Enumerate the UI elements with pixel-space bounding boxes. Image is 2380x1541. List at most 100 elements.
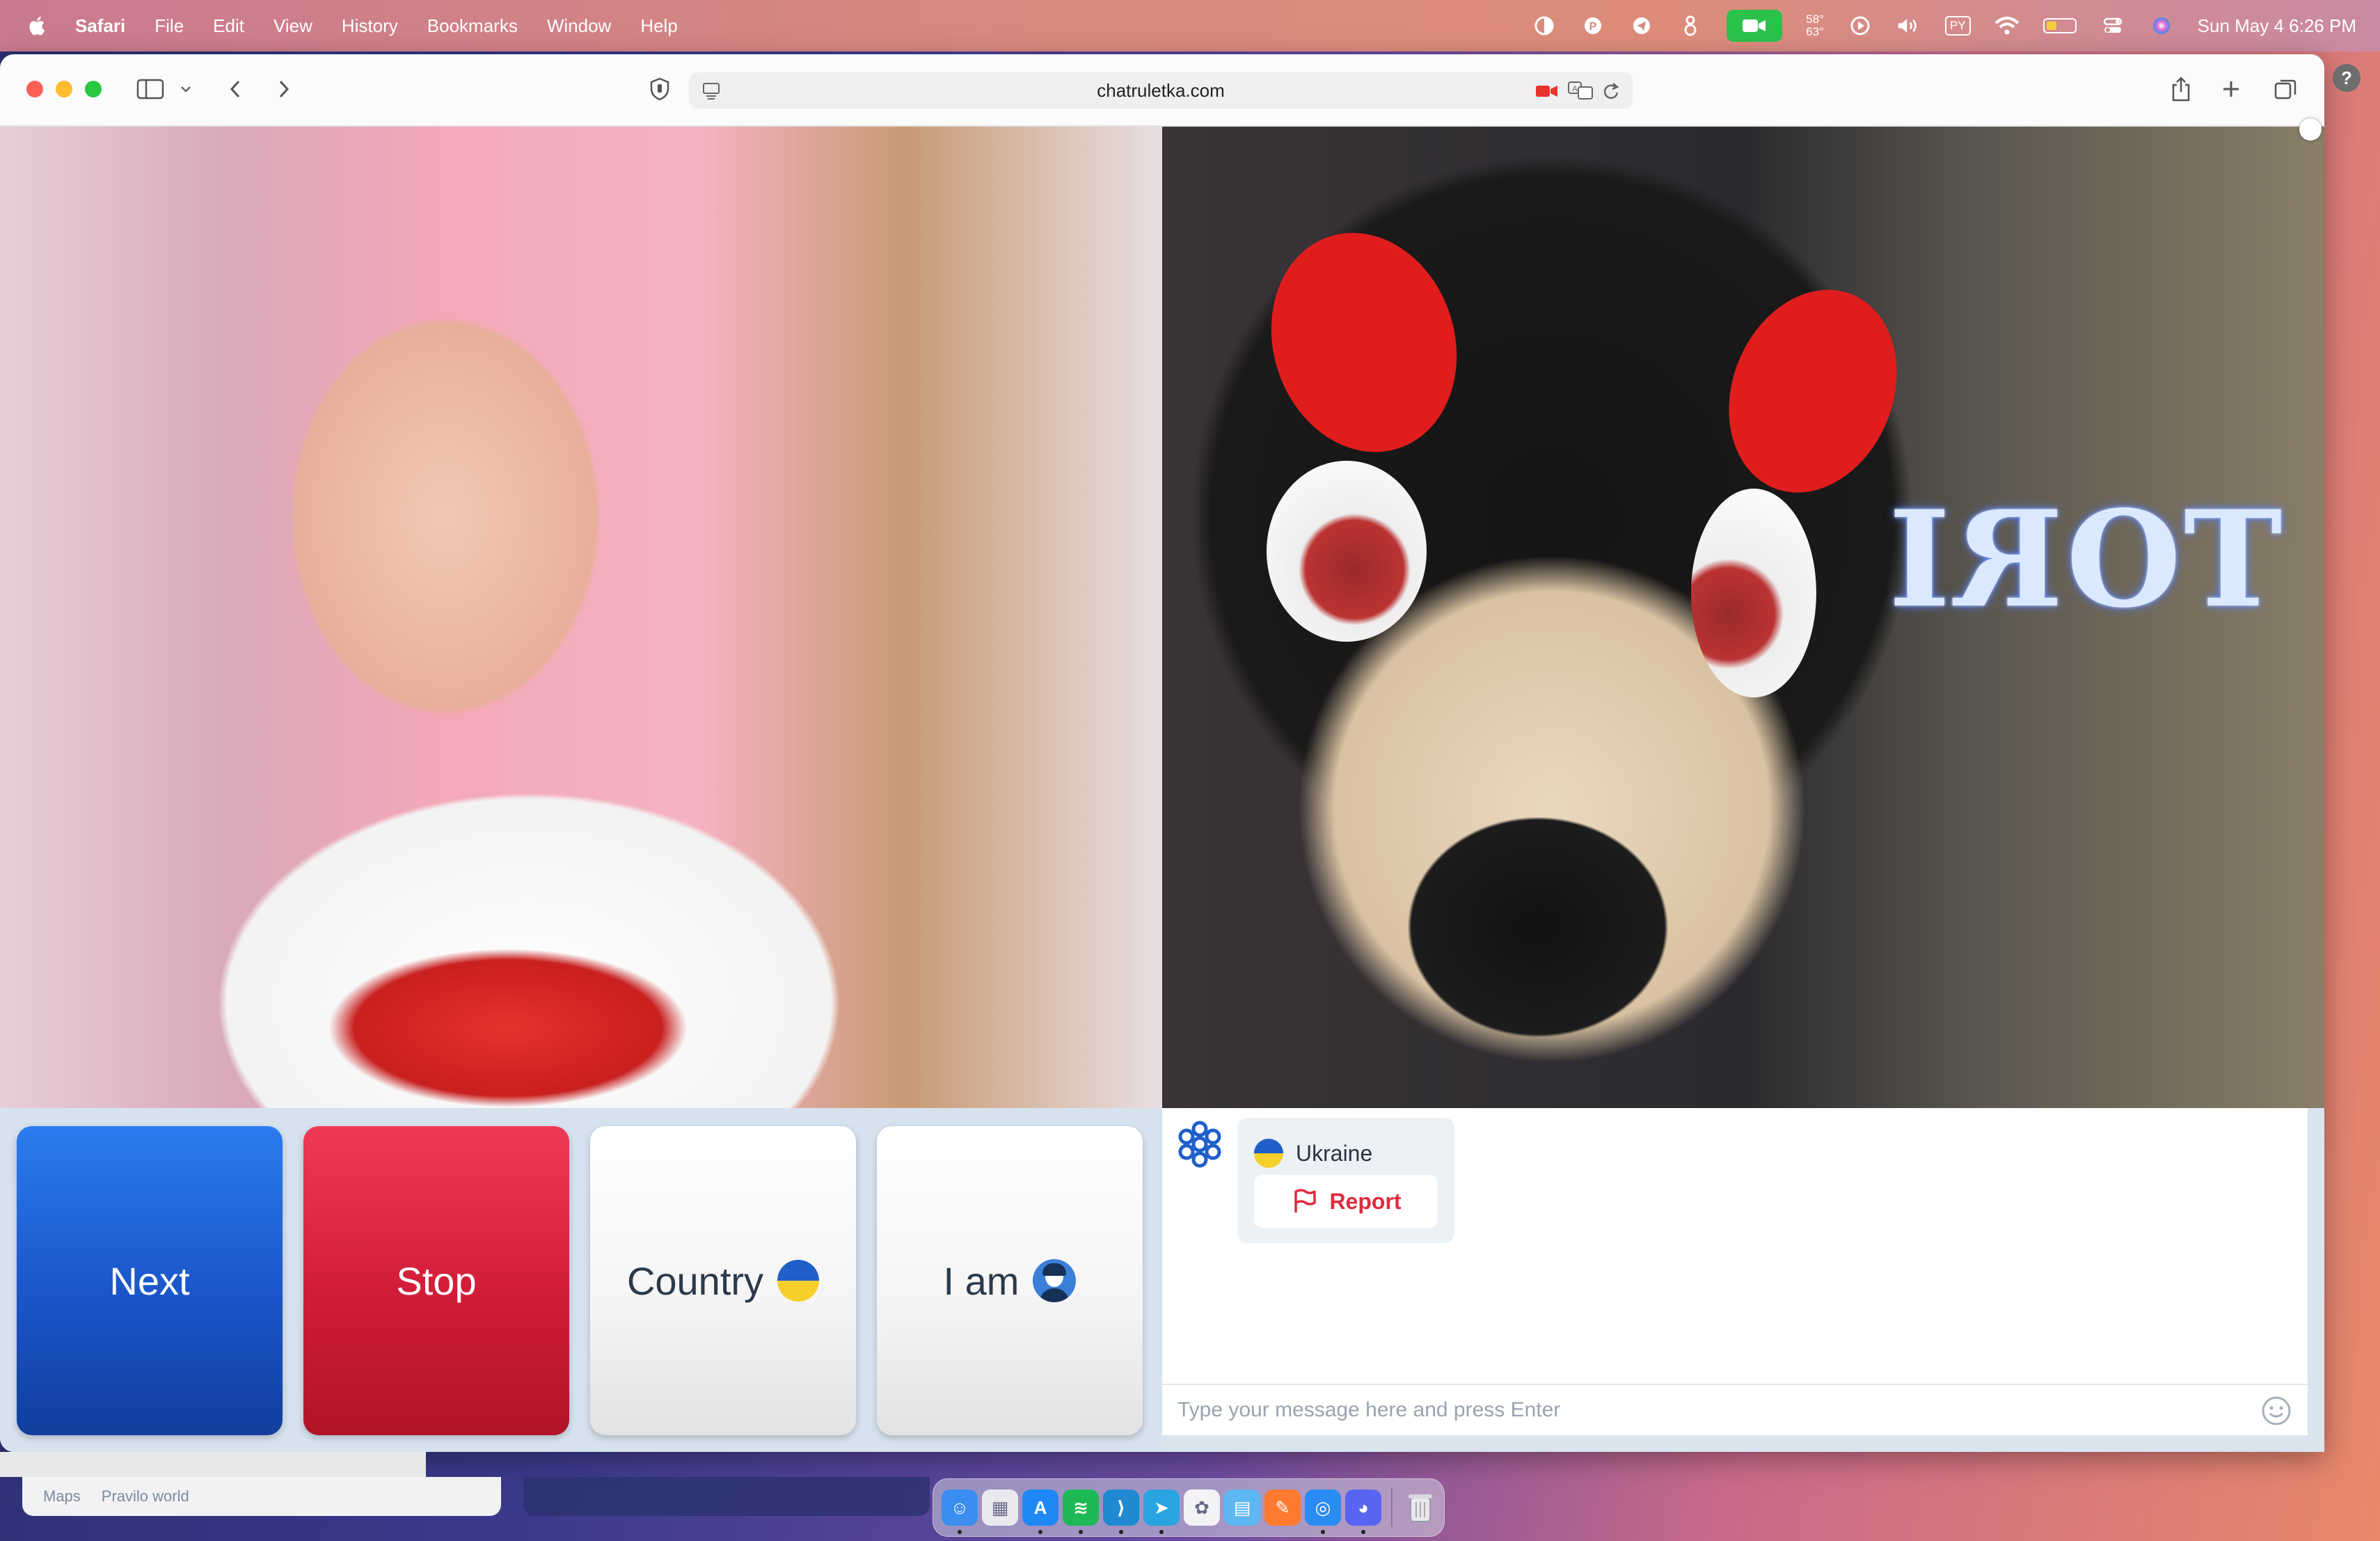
dock-vscode-icon[interactable]: ⟩ [1103, 1489, 1139, 1534]
next-button-label: Next [109, 1258, 190, 1303]
dock: ☺ ▦ A ≋ ⟩ ➤ ✿ ▤ ✎ ◎ ◕ [933, 1478, 1445, 1537]
menu-edit[interactable]: Edit [213, 15, 244, 37]
partner-country-name: Ukraine [1296, 1140, 1373, 1166]
tab-overview-icon[interactable] [2270, 75, 2301, 103]
svg-text:P: P [1589, 21, 1597, 33]
user-avatar-icon [1033, 1259, 1077, 1302]
weather-temperature[interactable]: 58° 63° [1806, 13, 1824, 38]
forward-icon[interactable] [270, 75, 298, 103]
page-menu-icon[interactable] [701, 81, 721, 105]
control-panel: Next Stop Country I am [0, 1108, 1162, 1452]
costume-ear-left [1243, 208, 1485, 477]
partner-video: TORI [1162, 127, 2324, 1108]
menu-window[interactable]: Window [547, 15, 611, 37]
url-text[interactable]: chatruletka.com [1097, 80, 1225, 102]
dock-app-store-icon[interactable]: A [1022, 1489, 1058, 1534]
half-circle-icon[interactable] [1532, 13, 1557, 38]
dock-finder-folder-icon[interactable]: ▤ [1224, 1489, 1260, 1526]
camera-recording-icon[interactable] [1535, 82, 1559, 104]
country-filter-button[interactable]: Country [590, 1126, 856, 1435]
stop-button[interactable]: Stop [303, 1126, 569, 1435]
camera-in-use-icon[interactable] [1727, 10, 1783, 42]
volume-icon[interactable] [1896, 13, 1921, 38]
siri-icon[interactable] [2149, 13, 2174, 38]
address-bar[interactable]: chatruletka.com A [689, 72, 1633, 109]
menu-bookmarks[interactable]: Bookmarks [427, 15, 518, 37]
background-window-strip [523, 1477, 930, 1516]
keyboard-layout-badge[interactable]: PY [1944, 16, 1971, 35]
dock-separator [1391, 1488, 1393, 1527]
dock-trash-icon[interactable] [1402, 1489, 1438, 1526]
flag-icon [1294, 1189, 1317, 1212]
privacy-shield-icon[interactable] [644, 75, 675, 103]
share-icon[interactable] [2166, 75, 2196, 103]
dock-pencil-app-icon[interactable]: ✎ [1264, 1489, 1301, 1526]
translate-icon[interactable]: A [1567, 81, 1594, 105]
stop-button-label: Stop [396, 1258, 477, 1303]
close-window-button[interactable] [26, 81, 43, 97]
emoji-icon[interactable] [2260, 1395, 2292, 1427]
menu-view[interactable]: View [273, 15, 312, 37]
dock-telegram-icon[interactable]: ➤ [1143, 1489, 1180, 1534]
ukraine-flag-icon [777, 1260, 820, 1302]
gender-select-button[interactable]: I am [877, 1126, 1143, 1435]
report-button-label: Report [1329, 1188, 1402, 1214]
back-icon[interactable] [221, 75, 249, 103]
dock-launchpad-icon[interactable]: ▦ [982, 1489, 1018, 1526]
menu-file[interactable]: File [154, 15, 184, 37]
dock-running-indicator [1119, 1530, 1123, 1534]
chat-panel: Ukraine Report [1162, 1108, 2308, 1435]
country-button-label: Country [626, 1258, 764, 1303]
dock-finder-icon[interactable]: ☺ [942, 1489, 978, 1534]
dock-running-indicator [1159, 1530, 1164, 1534]
menu-bar: Safari File Edit View History Bookmarks … [0, 0, 2380, 52]
control-center-icon[interactable] [2100, 13, 2125, 38]
dock-discord-icon[interactable]: ◕ [1345, 1489, 1381, 1534]
background-window-tab[interactable]: Maps Pravilo world [22, 1477, 501, 1516]
costume-eye-right [1691, 489, 1816, 697]
sidebar-toggle-icon[interactable] [134, 75, 167, 103]
background-window[interactable] [0, 1452, 426, 1477]
telegram-status-icon[interactable] [1629, 13, 1654, 38]
report-button[interactable]: Report [1254, 1175, 1438, 1228]
pastebot-icon[interactable]: P [1580, 13, 1605, 38]
zoom-window-button[interactable] [85, 81, 102, 97]
menu-app-name[interactable]: Safari [75, 15, 125, 37]
reload-icon[interactable] [1602, 81, 1620, 105]
menu-history[interactable]: History [342, 15, 398, 37]
chat-input-row [1162, 1384, 2308, 1435]
battery-icon[interactable] [2042, 18, 2077, 33]
wifi-icon[interactable] [1994, 13, 2020, 38]
menubar-clock[interactable]: Sun May 4 6:26 PM [2198, 15, 2356, 37]
bg-tab-label: Pravilo world [101, 1487, 189, 1505]
bartender-icon[interactable] [1678, 13, 1703, 38]
browser-toolbar: chatruletka.com A [0, 54, 2324, 127]
dock-running-indicator [1361, 1530, 1365, 1534]
dock-safari-icon[interactable]: ◎ [1305, 1489, 1341, 1534]
help-icon[interactable]: ? [2333, 64, 2361, 92]
next-button[interactable]: Next [17, 1126, 283, 1435]
dock-photos-app-icon[interactable]: ✿ [1184, 1489, 1220, 1526]
menu-help[interactable]: Help [640, 15, 677, 37]
new-tab-icon[interactable] [2217, 75, 2245, 103]
scrollbar-handle[interactable] [2299, 118, 2322, 141]
temp-bottom: 63° [1806, 25, 1824, 38]
safari-window: chatruletka.com A TORI Next Stop Country… [0, 54, 2324, 1452]
dock-running-indicator [1038, 1530, 1042, 1534]
minimize-window-button[interactable] [56, 81, 72, 97]
temp-top: 58° [1806, 13, 1824, 26]
dock-running-indicator [1079, 1530, 1083, 1534]
chat-message-input[interactable] [1177, 1398, 2221, 1422]
chevron-down-icon[interactable] [177, 75, 195, 103]
costume-eye-left [1267, 461, 1427, 642]
neon-sign: TORI [1886, 482, 2283, 637]
play-icon[interactable] [1848, 13, 1873, 38]
address-bar-indicators: A [1535, 81, 1620, 105]
bg-app-label: Maps [43, 1487, 81, 1505]
local-camera-video [0, 127, 1162, 1108]
shirt-flower-print [327, 948, 689, 1108]
dock-running-indicator [1321, 1530, 1325, 1534]
apple-menu-icon[interactable] [28, 15, 47, 37]
svg-text:A: A [1572, 85, 1578, 93]
dock-spotify-icon[interactable]: ≋ [1063, 1489, 1099, 1534]
